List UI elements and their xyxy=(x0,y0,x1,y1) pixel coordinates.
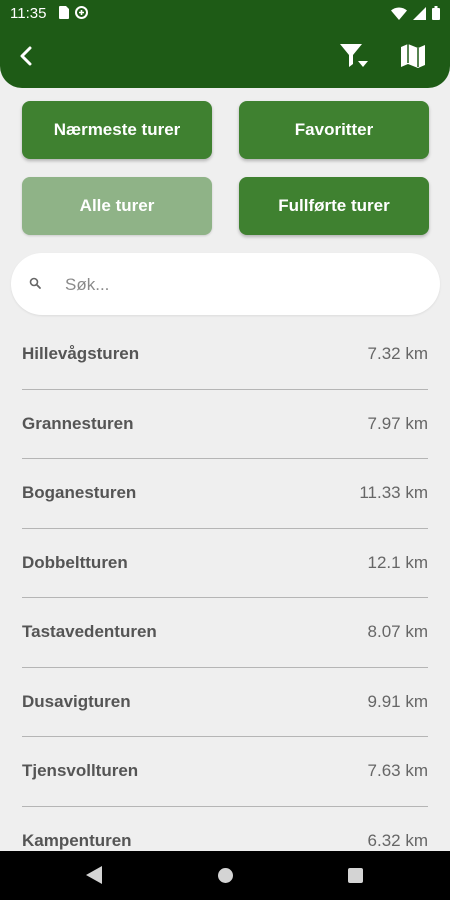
route-name: Hillevågsturen xyxy=(22,344,140,363)
route-name: Tastavedenturen xyxy=(22,622,157,641)
nav-recents-icon[interactable] xyxy=(348,868,363,883)
filter-icon xyxy=(338,42,370,75)
list-item[interactable]: Hillevågsturen 7.32 km xyxy=(0,320,450,390)
app-bar xyxy=(0,26,450,88)
battery-icon xyxy=(432,6,440,25)
list-item[interactable]: Grannesturen 7.97 km xyxy=(0,390,450,459)
wifi-icon xyxy=(391,6,407,25)
route-name: Dusavigturen xyxy=(22,691,131,711)
tab-all-routes[interactable]: Alle turer xyxy=(22,177,212,235)
list-item[interactable]: Tjensvollturen 7.63 km xyxy=(0,737,450,807)
route-distance: 7.63 km xyxy=(367,761,428,780)
chevron-left-icon xyxy=(19,46,33,71)
back-button[interactable] xyxy=(12,44,40,72)
nav-back-icon[interactable] xyxy=(86,866,102,889)
list-item[interactable]: Boganesturen 11.33 km xyxy=(0,459,450,529)
route-distance: 7.32 km xyxy=(367,344,428,363)
route-name: Dobbeltturen xyxy=(22,552,128,572)
status-time: 11:35 xyxy=(10,5,47,22)
search-bar[interactable] xyxy=(11,253,440,317)
list-item[interactable]: Tastavedenturen 8.07 km xyxy=(0,598,450,668)
list-item[interactable]: Dobbeltturen 12.1 km xyxy=(0,529,450,598)
route-distance: 8.07 km xyxy=(367,622,428,641)
route-distance: 9.91 km xyxy=(367,691,428,711)
status-bar: 11:35 xyxy=(0,0,450,26)
route-name: Tjensvollturen xyxy=(22,761,139,780)
filter-button[interactable] xyxy=(336,42,372,74)
tab-completed-routes[interactable]: Fullførte turer xyxy=(239,177,429,235)
map-button[interactable] xyxy=(397,42,429,74)
nav-home-icon[interactable] xyxy=(218,868,233,883)
route-distance: 12.1 km xyxy=(367,552,428,572)
list-item[interactable]: Dusavigturen 9.91 km xyxy=(0,668,450,737)
route-distance: 6.32 km xyxy=(367,830,428,850)
route-list: Hillevågsturen 7.32 km Grannesturen 7.97… xyxy=(0,320,450,876)
map-icon xyxy=(400,43,426,74)
route-name: Kampenturen xyxy=(22,830,132,850)
search-input[interactable] xyxy=(63,253,427,317)
search-icon xyxy=(29,277,43,291)
route-distance: 11.33 km xyxy=(359,483,428,502)
sim-card-icon xyxy=(58,6,69,24)
sync-icon xyxy=(75,6,88,24)
route-name: Grannesturen xyxy=(22,413,134,433)
system-nav-bar xyxy=(0,851,450,900)
tab-nearest-routes[interactable]: Nærmeste turer xyxy=(22,101,212,159)
route-name: Boganesturen xyxy=(22,483,137,502)
signal-icon xyxy=(413,6,426,25)
route-distance: 7.97 km xyxy=(367,413,428,433)
tab-favorites[interactable]: Favoritter xyxy=(239,101,429,159)
